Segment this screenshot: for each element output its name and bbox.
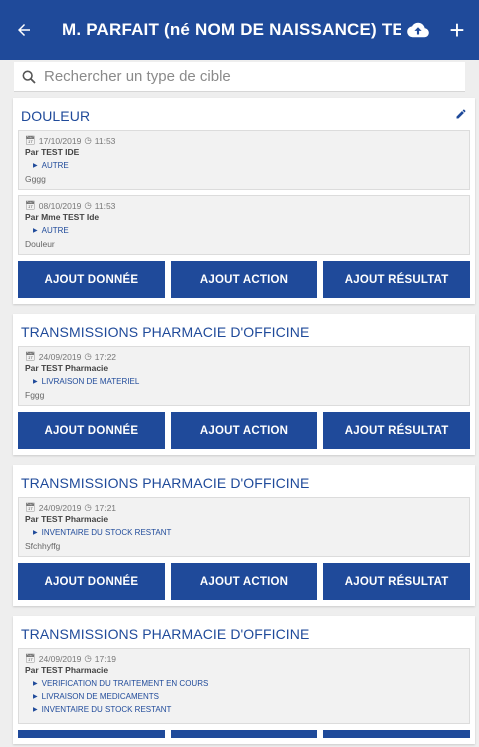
app-bar: M. PARFAIT (né NOM DE NAISSANCE) TE... + bbox=[0, 0, 479, 60]
entry[interactable]: 📅︎ 24/09/2019 ◷ 17:21 Par TEST Pharmacie… bbox=[18, 497, 470, 557]
card-actions: AJOUT DONNÉE AJOUT ACTION AJOUT RÉSULTAT bbox=[18, 261, 471, 298]
clock-icon: ◷ bbox=[84, 653, 92, 663]
entry-tag: ▶ LIVRAISON DE MATERIEL bbox=[33, 377, 463, 386]
search-input[interactable] bbox=[44, 68, 465, 85]
entry-note: Sfchhyffg bbox=[25, 541, 61, 551]
entry-meta: 📅︎ 24/09/2019 ◷ 17:22 bbox=[25, 351, 463, 362]
add-data-button[interactable]: AJOUT DONNÉE bbox=[18, 261, 165, 298]
entry[interactable]: 📅︎ 17/10/2019 ◷ 11:53 Par TEST IDE ▶ AUTR… bbox=[18, 130, 470, 190]
target-card: TRANSMISSIONS PHARMACIE D'OFFICINE 📅︎ 24… bbox=[13, 314, 475, 455]
entry-note: Gggg bbox=[25, 174, 46, 184]
entry-tag: ▶ LIVRAISON DE MEDICAMENTS bbox=[33, 692, 463, 701]
entry-time: 17:19 bbox=[94, 653, 117, 664]
card-list: DOULEUR 📅︎ 17/10/2019 ◷ 11:53 Par TEST I… bbox=[0, 98, 479, 747]
clock-icon: ◷ bbox=[84, 351, 92, 361]
entry-meta: 📅︎ 24/09/2019 ◷ 17:21 bbox=[25, 502, 463, 513]
entry-tag-label: INVENTAIRE DU STOCK RESTANT bbox=[41, 528, 172, 537]
calendar-icon: 📅︎ bbox=[25, 502, 36, 512]
entry-date: 17/10/2019 bbox=[38, 135, 82, 146]
entry-tag: ▶ INVENTAIRE DU STOCK RESTANT bbox=[33, 528, 463, 537]
pencil-icon bbox=[456, 109, 466, 119]
entry-time: 17:22 bbox=[94, 351, 117, 362]
entry-meta: 📅︎ 08/10/2019 ◷ 11:53 bbox=[25, 200, 463, 211]
caret-right-icon: ▶ bbox=[33, 379, 38, 385]
upload-button[interactable] bbox=[401, 21, 435, 39]
plus-icon: + bbox=[449, 14, 465, 45]
caret-right-icon: ▶ bbox=[33, 694, 38, 700]
arrow-left-icon bbox=[18, 24, 30, 36]
entry-note: Fggg bbox=[25, 390, 45, 400]
calendar-icon: 📅︎ bbox=[25, 135, 36, 145]
add-action-button[interactable]: AJOUT ACTION bbox=[170, 412, 318, 449]
entry-date: 24/09/2019 bbox=[38, 351, 82, 362]
search-bar[interactable] bbox=[14, 62, 465, 92]
entry-tag-label: LIVRAISON DE MEDICAMENTS bbox=[41, 692, 159, 701]
clock-icon: ◷ bbox=[84, 200, 92, 210]
entry-meta: 📅︎ 24/09/2019 ◷ 17:19 bbox=[25, 653, 463, 664]
entry-tag-label: LIVRAISON DE MATERIEL bbox=[41, 377, 140, 386]
caret-right-icon: ▶ bbox=[33, 163, 38, 169]
entry-author: Par TEST Pharmacie bbox=[25, 363, 109, 373]
entry-tag: ▶ AUTRE bbox=[33, 226, 463, 235]
entry[interactable]: 📅︎ 24/09/2019 ◷ 17:19 Par TEST Pharmacie… bbox=[18, 648, 470, 724]
entry-tag-label: AUTRE bbox=[41, 226, 69, 235]
entry-tag-label: VERIFICATION DU TRAITEMENT EN COURS bbox=[41, 679, 209, 688]
entry-note: Douleur bbox=[25, 239, 55, 249]
entry-time: 17:21 bbox=[94, 502, 117, 513]
add-result-button[interactable] bbox=[323, 730, 471, 738]
entry-meta: 📅︎ 17/10/2019 ◷ 11:53 bbox=[25, 135, 463, 146]
caret-right-icon: ▶ bbox=[33, 681, 38, 687]
cloud-upload-icon bbox=[407, 22, 429, 38]
entry-date: 08/10/2019 bbox=[38, 200, 82, 211]
entry-author: Par TEST Pharmacie bbox=[25, 514, 109, 524]
entry-tag-label: INVENTAIRE DU STOCK RESTANT bbox=[41, 705, 172, 714]
caret-right-icon: ▶ bbox=[33, 707, 38, 713]
entry-time: 11:53 bbox=[94, 200, 116, 211]
caret-right-icon: ▶ bbox=[33, 228, 38, 234]
card-title: DOULEUR bbox=[21, 108, 91, 124]
card-actions: AJOUT DONNÉE AJOUT ACTION AJOUT RÉSULTAT bbox=[18, 412, 471, 449]
back-button[interactable] bbox=[0, 21, 48, 39]
add-data-button[interactable]: AJOUT DONNÉE bbox=[18, 412, 165, 449]
entry-author: Par Mme TEST Ide bbox=[25, 212, 100, 222]
clock-icon: ◷ bbox=[84, 502, 92, 512]
entry-date: 24/09/2019 bbox=[38, 502, 82, 513]
card-title: TRANSMISSIONS PHARMACIE D'OFFICINE bbox=[21, 475, 310, 491]
entry-tag-label: AUTRE bbox=[41, 161, 69, 170]
patient-title: M. PARFAIT (né NOM DE NAISSANCE) TE... bbox=[62, 20, 401, 39]
add-result-button[interactable]: AJOUT RÉSULTAT bbox=[323, 412, 471, 449]
entry-date: 24/09/2019 bbox=[38, 653, 82, 664]
entry-tag: ▶ INVENTAIRE DU STOCK RESTANT bbox=[33, 705, 463, 714]
card-actions: AJOUT DONNÉE AJOUT ACTION AJOUT RÉSULTAT bbox=[18, 563, 471, 600]
add-result-button[interactable]: AJOUT RÉSULTAT bbox=[323, 261, 471, 298]
target-card: DOULEUR 📅︎ 17/10/2019 ◷ 11:53 Par TEST I… bbox=[13, 98, 475, 304]
add-data-button[interactable] bbox=[18, 730, 165, 738]
add-action-button[interactable]: AJOUT ACTION bbox=[170, 261, 318, 298]
target-card: TRANSMISSIONS PHARMACIE D'OFFICINE 📅︎ 24… bbox=[13, 616, 475, 744]
card-title: TRANSMISSIONS PHARMACIE D'OFFICINE bbox=[21, 626, 310, 642]
clock-icon: ◷ bbox=[84, 135, 92, 145]
add-action-button[interactable]: AJOUT ACTION bbox=[170, 563, 318, 600]
add-action-button[interactable] bbox=[170, 730, 318, 738]
entry-author: Par TEST Pharmacie bbox=[25, 665, 109, 675]
caret-right-icon: ▶ bbox=[33, 530, 38, 536]
add-button[interactable]: + bbox=[435, 15, 479, 46]
calendar-icon: 📅︎ bbox=[25, 653, 36, 663]
entry[interactable]: 📅︎ 24/09/2019 ◷ 17:22 Par TEST Pharmacie… bbox=[18, 346, 470, 406]
edit-button[interactable] bbox=[455, 108, 467, 120]
target-card: TRANSMISSIONS PHARMACIE D'OFFICINE 📅︎ 24… bbox=[13, 465, 475, 606]
add-result-button[interactable]: AJOUT RÉSULTAT bbox=[323, 563, 471, 600]
entry[interactable]: 📅︎ 08/10/2019 ◷ 11:53 Par Mme TEST Ide ▶… bbox=[18, 195, 470, 255]
search-icon bbox=[14, 69, 44, 85]
entry-time: 11:53 bbox=[94, 135, 116, 146]
card-title: TRANSMISSIONS PHARMACIE D'OFFICINE bbox=[21, 324, 310, 340]
calendar-icon: 📅︎ bbox=[25, 200, 36, 210]
add-data-button[interactable]: AJOUT DONNÉE bbox=[18, 563, 165, 600]
card-actions bbox=[18, 730, 471, 738]
entry-tag: ▶ AUTRE bbox=[33, 161, 463, 170]
entry-author: Par TEST IDE bbox=[25, 147, 80, 157]
entry-tag: ▶ VERIFICATION DU TRAITEMENT EN COURS bbox=[33, 679, 463, 688]
calendar-icon: 📅︎ bbox=[25, 351, 36, 361]
